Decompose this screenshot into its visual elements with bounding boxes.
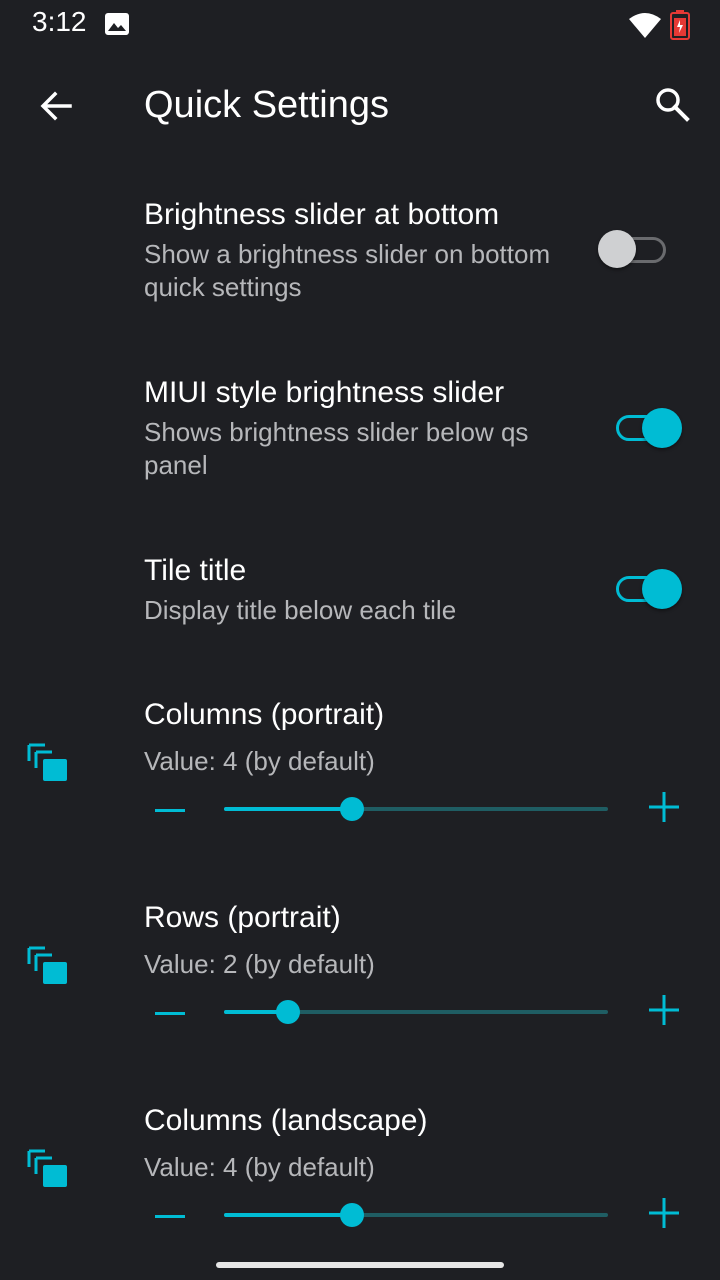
pref-title: Rows (portrait) [144, 901, 341, 934]
status-bar: 3:12 [0, 0, 720, 50]
decrement-button[interactable] [150, 1190, 190, 1240]
slider-fill [224, 807, 352, 811]
decrement-button[interactable] [150, 784, 190, 834]
slider-row [140, 784, 700, 834]
tiles-icon [26, 1148, 70, 1190]
tiles-icon [26, 945, 70, 987]
brightness-bottom-switch[interactable] [598, 228, 668, 272]
pref-value: Value: 4 (by default) [144, 1152, 375, 1182]
pref-value: Value: 2 (by default) [144, 949, 375, 979]
gesture-nav-handle[interactable] [216, 1262, 504, 1268]
search-icon [654, 86, 690, 127]
pref-summary: Show a brightness slider on bottom quick… [144, 239, 551, 302]
pref-columns-portrait: Columns (portrait) Value: 4 (by default) [0, 690, 720, 850]
slider-thumb[interactable] [339, 797, 364, 821]
minus-icon [155, 1206, 185, 1224]
pref-brightness-slider-bottom[interactable]: Brightness slider at bottom Show a brigh… [0, 190, 720, 320]
pref-title: Tile title [144, 554, 247, 587]
pref-summary: Display title below each tile [144, 595, 457, 625]
tiles-icon [26, 742, 70, 784]
pref-columns-landscape: Columns (landscape) Value: 4 (by default… [0, 1096, 720, 1256]
increment-button[interactable] [644, 1190, 684, 1240]
pref-miui-brightness-slider[interactable]: MIUI style brightness slider Shows brigh… [0, 368, 720, 498]
plus-icon [649, 994, 679, 1030]
pref-title: Columns (portrait) [144, 698, 385, 731]
gallery-icon [104, 12, 130, 41]
switch-thumb [642, 408, 682, 448]
pref-title: MIUI style brightness slider [144, 376, 505, 409]
switch-thumb [642, 569, 682, 609]
slider-row [140, 987, 700, 1037]
pref-title: Brightness slider at bottom [144, 198, 500, 231]
pref-value: Value: 4 (by default) [144, 746, 375, 776]
increment-button[interactable] [644, 987, 684, 1037]
pref-rows-portrait: Rows (portrait) Value: 2 (by default) [0, 893, 720, 1053]
battery-icon [670, 10, 690, 45]
search-button[interactable] [646, 80, 698, 132]
miui-brightness-switch[interactable] [614, 406, 682, 450]
slider-thumb[interactable] [276, 1000, 301, 1024]
rows-portrait-slider[interactable] [224, 1000, 608, 1024]
pref-summary: Shows brightness slider below qs panel [144, 417, 529, 480]
increment-button[interactable] [644, 784, 684, 834]
page-title: Quick Settings [144, 84, 389, 126]
slider-fill [224, 1213, 352, 1217]
columns-landscape-slider[interactable] [224, 1203, 608, 1227]
app-bar: Quick Settings [0, 60, 720, 150]
plus-icon [649, 791, 679, 827]
plus-icon [649, 1197, 679, 1233]
minus-icon [155, 800, 185, 818]
tile-title-switch[interactable] [614, 567, 682, 611]
pref-title: Columns (landscape) [144, 1104, 428, 1137]
minus-icon [155, 1003, 185, 1021]
switch-thumb [598, 230, 636, 268]
decrement-button[interactable] [150, 987, 190, 1037]
pref-tile-title[interactable]: Tile title Display title below each tile [0, 546, 720, 646]
wifi-icon [628, 11, 662, 44]
slider-thumb[interactable] [339, 1203, 364, 1227]
slider-row [140, 1190, 700, 1240]
arrow-back-icon [38, 88, 74, 129]
back-button[interactable] [30, 82, 82, 134]
status-time: 3:12 [32, 6, 87, 37]
columns-portrait-slider[interactable] [224, 797, 608, 821]
